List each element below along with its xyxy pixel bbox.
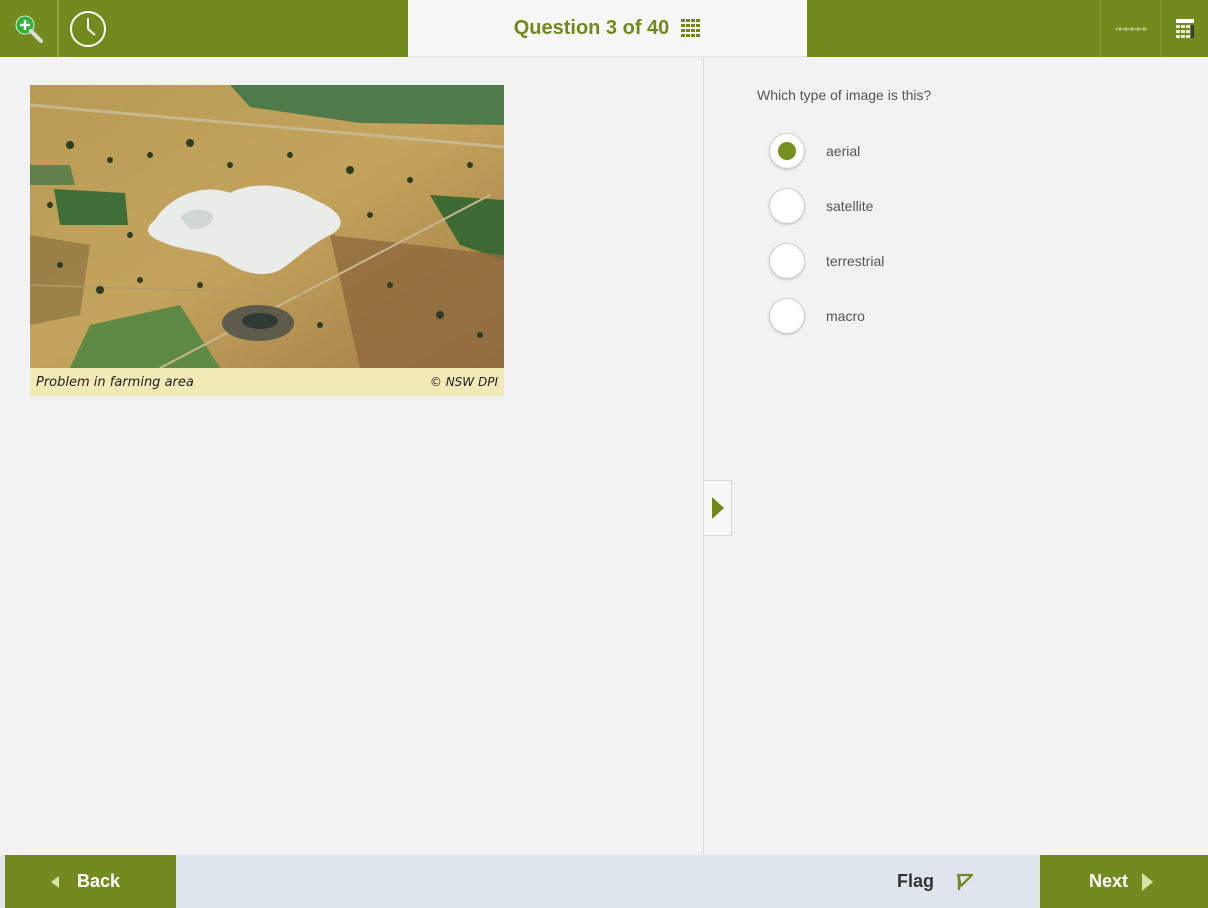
next-button[interactable]: Next <box>1040 855 1208 908</box>
radio-button[interactable] <box>769 242 805 279</box>
radio-button[interactable] <box>769 132 805 169</box>
radio-button[interactable] <box>769 187 805 224</box>
aerial-farmland-photo <box>30 85 504 368</box>
zoom-button[interactable] <box>0 0 57 57</box>
top-toolbar: Question 3 of 40 <box>0 0 1208 57</box>
option-macro[interactable]: macro <box>769 288 884 343</box>
option-aerial[interactable]: aerial <box>769 123 884 178</box>
timer-button[interactable] <box>58 0 117 57</box>
bottom-toolbar: Back Flag Next <box>0 855 1208 908</box>
back-button[interactable]: Back <box>5 855 176 908</box>
flag-button[interactable]: Flag <box>897 855 1007 908</box>
radio-button[interactable] <box>769 297 805 334</box>
calculator-button[interactable] <box>1160 0 1208 57</box>
question-counter: Question 3 of 40 <box>513 16 670 39</box>
chevron-right-icon <box>1142 872 1154 891</box>
zoom-in-icon <box>15 15 43 43</box>
option-label: macro <box>826 307 865 324</box>
stimulus-figure: Problem in farming area © NSW DPI <box>30 85 504 396</box>
option-label: aerial <box>826 142 861 159</box>
flag-label: Flag <box>897 871 935 891</box>
question-prompt: Which type of image is this? <box>757 87 932 103</box>
stimulus-pane: Problem in farming area © NSW DPI <box>0 57 703 855</box>
option-terrestrial[interactable]: terrestrial <box>769 233 884 288</box>
grid-icon[interactable] <box>681 19 701 37</box>
calculator-icon <box>1176 18 1194 38</box>
figure-caption: Problem in farming area © NSW DPI <box>30 368 504 396</box>
clock-icon <box>70 10 106 47</box>
caption-text: Problem in farming area <box>36 374 194 390</box>
line-reader-icon <box>1115 26 1147 31</box>
chevron-left-icon <box>51 875 59 888</box>
question-navigator[interactable]: Question 3 of 40 <box>408 0 807 57</box>
answer-options: aerial satellite terrestrial macro <box>769 123 884 343</box>
caption-credit: © NSW DPI <box>429 375 498 389</box>
question-pane: Which type of image is this? aerial sate… <box>704 57 1208 855</box>
flag-icon <box>956 873 974 890</box>
radio-selected-dot <box>778 141 796 160</box>
next-label: Next <box>1089 871 1129 891</box>
line-reader-button[interactable] <box>1100 0 1161 57</box>
option-satellite[interactable]: satellite <box>769 178 884 233</box>
option-label: terrestrial <box>826 252 885 269</box>
option-label: satellite <box>826 197 874 214</box>
back-label: Back <box>77 871 121 891</box>
